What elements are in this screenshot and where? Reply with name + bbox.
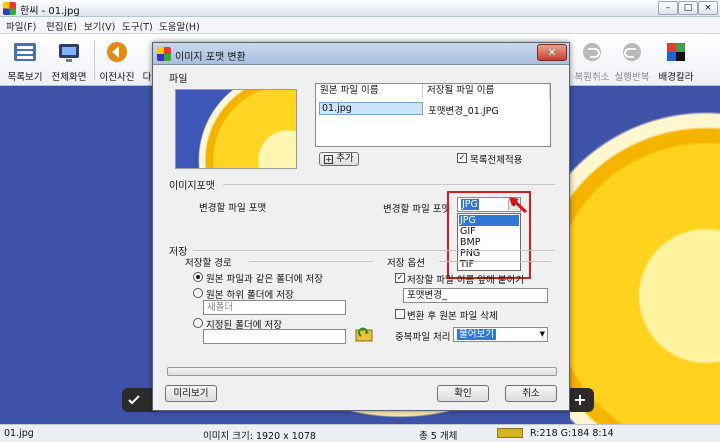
delete-original-label: 변환 후 원본 파일 삭제 [407,311,498,322]
radio-sub-folder[interactable] [193,288,203,298]
undo-button[interactable]: 복원취소 [572,36,612,84]
duplicate-selected-value: 물어보기 [457,329,496,340]
status-count: 총 5 개체 [419,431,458,442]
palette-icon [667,43,685,61]
menu-bar: 파일(F) 편집(E) 보기(V) 도구(T) 도움말(H) [0,17,720,34]
menu-help[interactable]: 도움말(H) [159,19,200,33]
delete-original-checkbox[interactable] [395,309,405,319]
save-path-divider [249,261,373,262]
arrow-left-icon [107,42,127,62]
prefix-checkbox-label: 저장할 파일 이름 앞에 붙이기 [407,275,524,286]
add-file-label: 추가 [336,153,354,164]
window-title: 한씨 - 01.jpg [20,6,80,17]
chevron-down-icon[interactable]: ▼ [540,328,545,341]
bg-color-button[interactable]: 배경칼라 [654,36,698,84]
fullscreen-label: 전체화면 [51,72,87,83]
duplicate-label: 중복파일 처리 [395,332,451,343]
format-convert-dialog: 이미지 포맷 변환 ✕ 파일 원본 파일 이름 저장될 파일 이름 01.jpg… [152,42,570,411]
status-image-size: 이미지 크기: 1920 x 1078 [203,431,316,442]
undo-icon [583,43,601,61]
file-section-title: 파일 [169,74,188,85]
apply-all-checkbox[interactable]: ✓ [457,153,467,163]
app-icon [3,2,16,15]
prev-photo-button[interactable]: 이전사진 [97,36,137,84]
viewer-nav-plus[interactable]: + [566,388,594,412]
highlight-box [447,191,531,279]
format-label-left: 변경할 파일 포맷 [199,203,267,214]
status-filename: 01.jpg [4,428,34,439]
save-options-group-title: 저장 옵션 [387,258,425,269]
fullscreen-icon [59,44,79,62]
preview-button[interactable]: 미리보기 [165,385,217,402]
fullscreen-button[interactable]: 전체화면 [48,36,90,84]
format-label-right: 변경할 파일 포맷 [383,204,451,215]
save-options-divider [439,261,551,262]
radio-same-folder-label: 원본 파일과 같은 폴더에 저장 [206,274,323,285]
folder-browse-icon[interactable] [355,325,373,343]
dialog-titlebar: 이미지 포맷 변환 ✕ [153,43,569,65]
list-view-label: 목록보기 [7,72,43,83]
prefix-checkbox[interactable]: ✓ [395,273,405,283]
col-original-name[interactable]: 원본 파일 이름 [316,84,423,98]
lemon-photo [566,86,720,424]
menu-view[interactable]: 보기(V) [84,19,115,33]
plus-icon: + [324,155,334,164]
cancel-button[interactable]: 취소 [505,385,557,402]
menu-file[interactable]: 파일(F) [6,19,36,33]
status-color-swatch [497,428,523,438]
format-section-title: 이미지포맷 [169,181,215,192]
dialog-title: 이미지 포맷 변환 [175,52,246,63]
status-color-readout: R:218 G:184 8:14 [530,428,614,439]
prefix-input[interactable]: 포맷변경_ [403,288,548,303]
save-path-group-title: 저장할 경로 [185,258,232,269]
redo-icon [623,43,641,61]
col-saved-name[interactable]: 저장될 파일 이름 [423,84,550,98]
radio-custom-folder[interactable] [193,318,203,328]
file-list[interactable]: 원본 파일 이름 저장될 파일 이름 01.jpg 포맷변경_01.JPG [315,83,551,147]
list-view-icon [14,43,36,61]
apply-all-label: 목록전체적용 [470,155,523,166]
window-controls: – □ × [656,0,720,17]
dialog-app-icon [157,47,171,61]
menu-edit[interactable]: 편집(E) [46,19,77,33]
undo-label: 복원취소 [574,72,610,83]
list-view-button[interactable]: 목록보기 [4,36,46,84]
radio-sub-folder-label: 원본 하위 폴더에 저장 [206,290,294,301]
menu-tools[interactable]: 도구(T) [122,19,153,33]
bg-color-label: 배경칼라 [658,72,694,83]
row-saved-name: 포맷변경_01.JPG [428,106,499,117]
file-thumbnail [175,89,297,169]
custom-folder-input[interactable] [203,329,346,344]
save-section-divider [193,250,555,251]
row-original-name: 01.jpg [322,103,352,114]
format-section-divider [223,184,555,185]
status-bar: 01.jpg 이미지 크기: 1920 x 1078 총 5 개체 R:218 … [0,424,720,442]
ok-button[interactable]: 확인 [437,385,489,402]
sub-folder-input[interactable]: 새폴더 [203,300,346,315]
prev-photo-label: 이전사진 [99,72,135,83]
duplicate-select[interactable]: 물어보기 ▼ [453,327,548,342]
window-titlebar: 한씨 - 01.jpg [0,0,720,17]
close-window-button[interactable]: × [698,1,718,15]
redo-button[interactable]: 실행반복 [612,36,652,84]
dialog-close-button[interactable]: ✕ [537,44,567,61]
add-file-button[interactable]: + 추가 [319,152,359,166]
redo-label: 실행반복 [614,72,650,83]
progress-bar [167,367,557,376]
minimize-button[interactable]: – [658,1,678,15]
maximize-button[interactable]: □ [678,1,698,15]
radio-same-folder[interactable] [193,272,203,282]
checkmark-icon [128,395,140,405]
